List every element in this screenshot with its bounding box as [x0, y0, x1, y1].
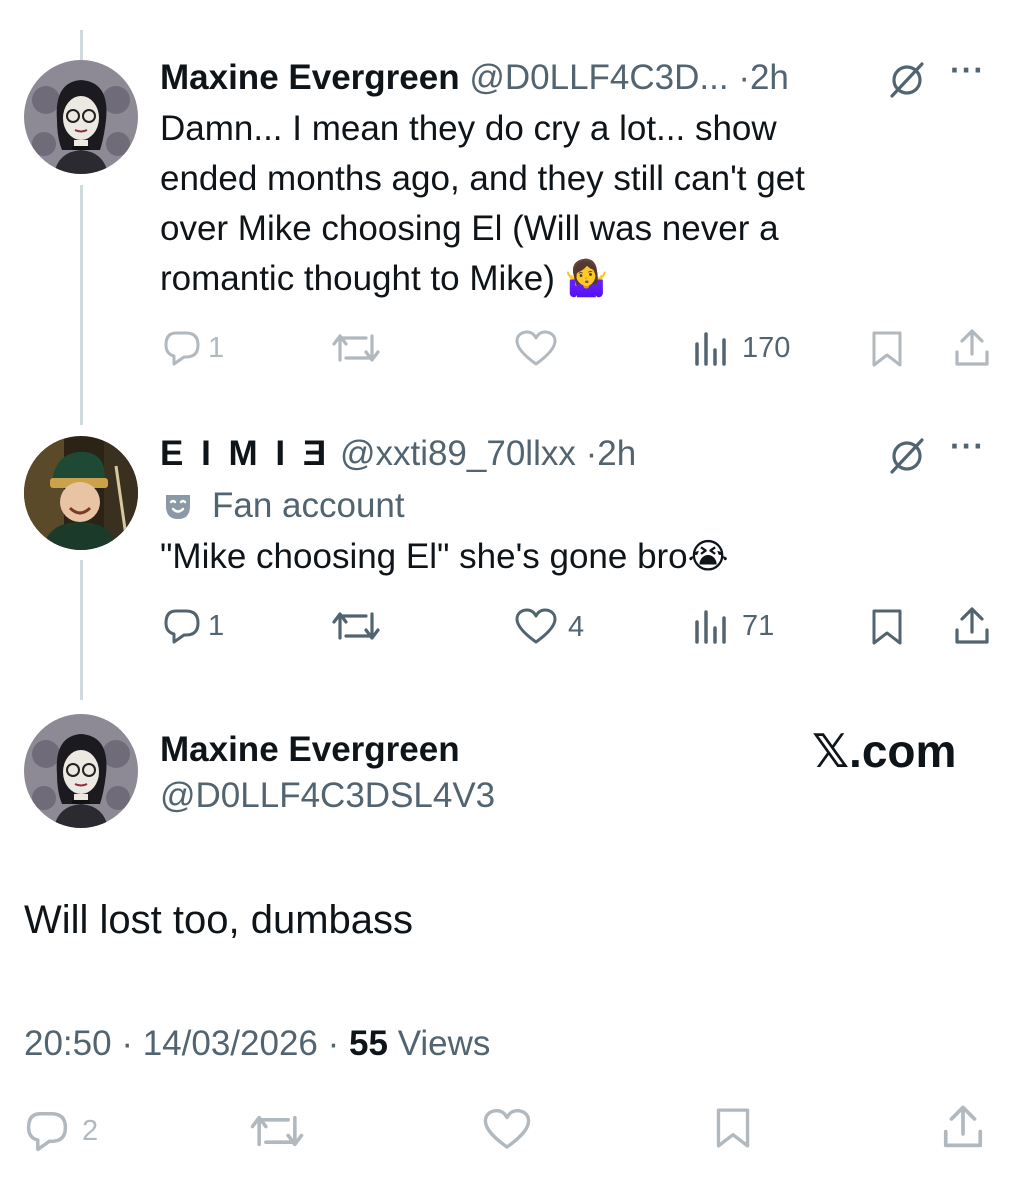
thread-line-2: [80, 560, 83, 700]
share-button[interactable]: [940, 1104, 986, 1150]
repost-button[interactable]: [330, 608, 382, 644]
reply-button[interactable]: 2: [24, 1110, 98, 1152]
post-header: Maxine Evergreen @D0LLF4C3D... ·2h: [160, 58, 789, 98]
views-button[interactable]: 71: [692, 608, 774, 644]
more-options-icon[interactable]: ···: [950, 428, 985, 465]
analytics-icon: [695, 610, 726, 644]
post-time[interactable]: 2h: [597, 434, 636, 473]
author-handle[interactable]: @xxti89_70llxx: [340, 434, 576, 473]
post-time[interactable]: 20:50: [24, 1024, 112, 1063]
heart-icon: [483, 1108, 531, 1149]
fan-account-text: Fan account: [212, 486, 405, 525]
grok-icon[interactable]: [884, 436, 930, 476]
post-text: Damn... I mean they do cry a lot... show…: [160, 104, 805, 304]
post-header: E I M I Ǝ @xxti89_70llxx ·2h: [160, 434, 636, 474]
bookmark-icon: [872, 609, 902, 645]
like-button[interactable]: 4: [514, 608, 584, 646]
fan-account-label: Fan account: [162, 486, 405, 526]
grok-icon[interactable]: [884, 60, 930, 100]
views-count: 170: [742, 331, 791, 364]
post-meta: 20:50 · 14/03/2026 · 55 Views: [24, 1024, 490, 1064]
like-button[interactable]: [514, 330, 558, 368]
avatar[interactable]: [24, 60, 138, 174]
more-options-icon[interactable]: ···: [950, 52, 985, 89]
mask-icon: [166, 495, 190, 519]
post-text-line: Damn... I mean they do cry a lot... show: [160, 109, 777, 148]
post-text: Will lost too, dumbass: [24, 898, 414, 942]
repost-button[interactable]: [248, 1110, 306, 1152]
share-button[interactable]: [952, 328, 992, 368]
post-text: "Mike choosing El" she's gone bro😭: [160, 537, 729, 576]
reply-icon: [164, 609, 200, 644]
like-count: 4: [568, 610, 585, 643]
avatar[interactable]: [24, 436, 138, 550]
post-time[interactable]: 2h: [750, 58, 789, 97]
x-watermark: 𝕏.com: [812, 725, 957, 777]
share-icon: [943, 1105, 983, 1148]
author-name[interactable]: Maxine Evergreen: [160, 58, 460, 97]
reply-icon: [26, 1112, 68, 1152]
repost-icon: [250, 1115, 304, 1147]
repost-button[interactable]: [330, 330, 382, 366]
views-count: 71: [742, 609, 775, 642]
bookmark-button[interactable]: [870, 330, 904, 368]
avatar[interactable]: [24, 714, 138, 828]
separator: ·: [738, 58, 750, 97]
post-text-line: over Mike choosing El (Will was never a: [160, 209, 779, 248]
views-count: 55: [349, 1024, 388, 1063]
views-label: Views: [397, 1024, 491, 1063]
share-button[interactable]: [952, 606, 992, 646]
thread-line-1: [80, 185, 83, 425]
reply-count: 1: [208, 331, 225, 364]
heart-icon: [515, 330, 557, 366]
analytics-icon: [695, 332, 726, 366]
like-button[interactable]: [482, 1108, 532, 1152]
repost-icon: [332, 334, 380, 362]
post-text-line: romantic thought to Mike) 🤷‍♀️: [160, 259, 609, 298]
thread-line-top: [80, 30, 83, 60]
reply-button[interactable]: 1: [162, 330, 224, 366]
share-icon: [955, 329, 989, 366]
separator: ·: [327, 1024, 340, 1063]
bookmark-button[interactable]: [870, 608, 904, 646]
bookmark-icon: [716, 1108, 750, 1148]
author-name[interactable]: E I M I Ǝ: [160, 434, 330, 473]
separator: ·: [121, 1024, 133, 1063]
views-button[interactable]: 170: [692, 330, 790, 366]
share-icon: [955, 607, 989, 644]
repost-icon: [332, 612, 380, 640]
separator: ·: [585, 434, 598, 473]
reply-icon: [164, 331, 200, 366]
bookmark-button[interactable]: [714, 1106, 752, 1150]
heart-icon: [515, 608, 557, 644]
reply-count: 1: [208, 609, 225, 642]
reply-button[interactable]: 1: [162, 608, 224, 644]
author-handle[interactable]: @D0LLF4C3DSL4V3: [160, 776, 495, 816]
post-date[interactable]: 14/03/2026: [143, 1024, 318, 1063]
author-handle[interactable]: @D0LLF4C3D...: [469, 58, 728, 97]
bookmark-icon: [872, 331, 902, 367]
author-name[interactable]: Maxine Evergreen: [160, 730, 460, 770]
reply-count: 2: [82, 1114, 99, 1147]
post-text-line: ended months ago, and they still can't g…: [160, 159, 805, 198]
